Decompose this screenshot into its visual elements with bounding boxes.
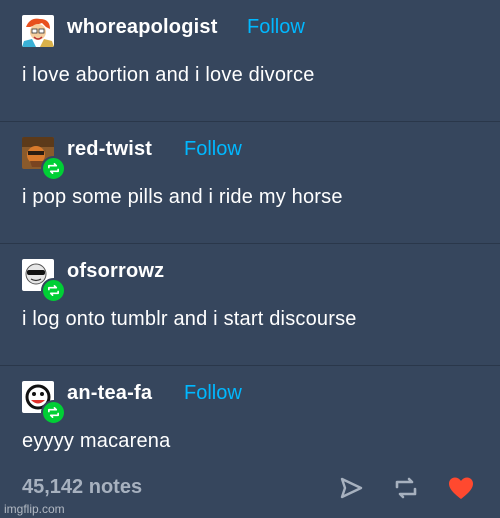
username[interactable]: an-tea-fa <box>67 382 152 405</box>
reblog-badge-icon <box>41 400 66 425</box>
avatar-whoreapologist[interactable] <box>22 15 56 49</box>
post-3: ofsorrowz i log onto tumblr and i start … <box>0 244 500 366</box>
username[interactable]: red-twist <box>67 138 152 161</box>
post-text: i log onto tumblr and i start discourse <box>22 308 357 330</box>
post-text: i love abortion and i love divorce <box>22 64 315 86</box>
notes-count[interactable]: 45,142 notes <box>22 476 142 499</box>
share-icon[interactable] <box>336 473 366 503</box>
post-1: whoreapologist Follow i love abortion an… <box>0 0 500 122</box>
avatar-image <box>22 15 54 47</box>
reblog-badge-icon <box>41 278 66 303</box>
follow-button[interactable]: Follow <box>247 16 305 39</box>
post-text: i pop some pills and i ride my horse <box>22 186 343 208</box>
avatar-ofsorrowz[interactable] <box>22 259 66 303</box>
like-heart-icon[interactable] <box>446 473 476 503</box>
watermark: imgflip.com <box>4 502 65 516</box>
reblog-badge-icon <box>41 156 66 181</box>
follow-button[interactable]: Follow <box>184 382 242 405</box>
post-2: red-twist Follow i pop some pills and i … <box>0 122 500 244</box>
username[interactable]: ofsorrowz <box>67 260 164 283</box>
avatar-red-twist[interactable] <box>22 137 66 181</box>
follow-button[interactable]: Follow <box>184 138 242 161</box>
reblog-icon[interactable] <box>391 473 421 503</box>
avatar-an-tea-fa[interactable] <box>22 381 66 425</box>
username[interactable]: whoreapologist <box>67 16 218 39</box>
post-text: eyyyy macarena <box>22 430 171 452</box>
